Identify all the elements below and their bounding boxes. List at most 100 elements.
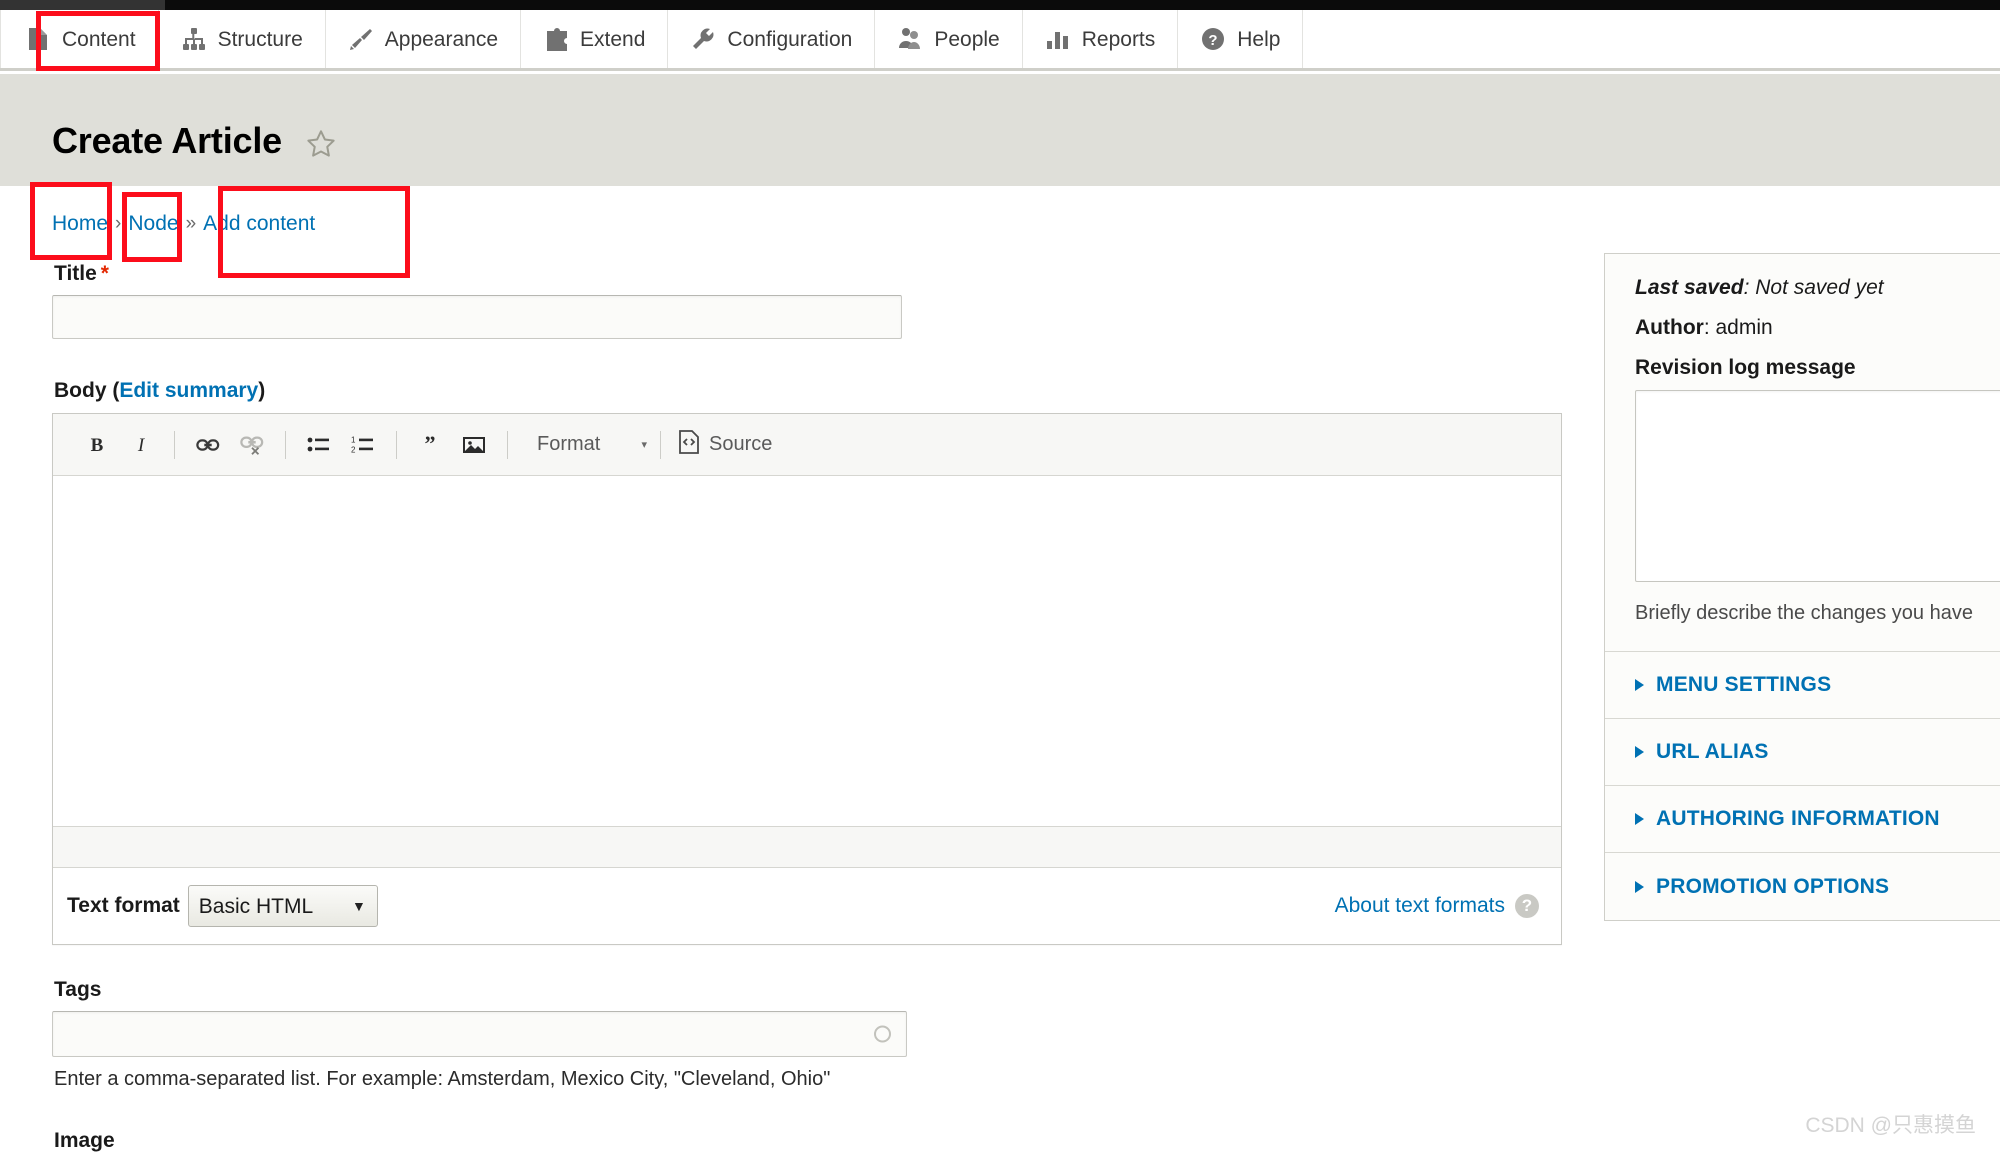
body-field-label-row: Body (Edit summary) bbox=[52, 379, 1562, 403]
people-users-icon bbox=[897, 26, 923, 52]
text-format-label: Text format bbox=[67, 894, 180, 917]
title-field-label: Title * bbox=[54, 262, 1562, 286]
chevron-down-icon: ▾ bbox=[641, 439, 647, 451]
body-editable-area[interactable] bbox=[53, 476, 1561, 826]
node-meta-sidebar: Last saved: Not saved yet Author: admin … bbox=[1604, 253, 2000, 921]
svg-text:B: B bbox=[91, 435, 104, 456]
breadcrumb-separator: › bbox=[115, 213, 122, 234]
text-format-select[interactable]: Basic HTML bbox=[187, 885, 378, 927]
toolbar-item-extend[interactable]: Extend bbox=[521, 10, 669, 68]
revision-log-textarea[interactable] bbox=[1635, 390, 2000, 582]
title-input[interactable] bbox=[52, 295, 902, 339]
admin-toolbar: Content Structure Appearance Extend Conf bbox=[0, 10, 2000, 71]
italic-button[interactable]: I bbox=[119, 424, 163, 466]
toolbar-item-people[interactable]: People bbox=[875, 10, 1023, 68]
toolbar-item-appearance[interactable]: Appearance bbox=[326, 10, 522, 68]
top-strip-dark bbox=[165, 0, 2000, 10]
toolbar-item-label: Content bbox=[62, 27, 136, 51]
svg-text:I: I bbox=[137, 435, 146, 456]
text-format-right: About text formats ? bbox=[1335, 894, 1539, 918]
main-form-column: Title * Body (Edit summary) B I 1 2 ” Fo… bbox=[52, 262, 1562, 1159]
last-saved-label: Last saved bbox=[1635, 276, 1744, 299]
numbered-list-button[interactable]: 1 2 bbox=[341, 424, 385, 466]
toolbar-item-label: Help bbox=[1237, 27, 1281, 51]
svg-text:1: 1 bbox=[351, 435, 356, 444]
tags-field-label: Tags bbox=[54, 978, 102, 1001]
sidebar-section-label: Authoring information bbox=[1656, 807, 1940, 830]
about-text-formats-link[interactable]: About text formats bbox=[1335, 894, 1505, 918]
toolbar-item-label: People bbox=[934, 27, 1000, 51]
format-dropdown[interactable]: Format ▾ bbox=[531, 425, 649, 465]
bulleted-list-button[interactable] bbox=[297, 424, 341, 466]
star-outline-icon[interactable] bbox=[305, 128, 337, 160]
tags-field-description: Enter a comma-separated list. For exampl… bbox=[54, 1068, 831, 1090]
body-field-label: Body (Edit summary) bbox=[54, 379, 1562, 403]
required-marker: * bbox=[100, 262, 109, 285]
toolbar-item-label: Extend bbox=[580, 27, 646, 51]
svg-text:”: ” bbox=[425, 435, 436, 455]
breadcrumb-separator: » bbox=[185, 213, 197, 234]
body-rich-text-editor: B I 1 2 ” Format ▾ Source Text format Ba… bbox=[52, 413, 1562, 945]
link-button[interactable] bbox=[186, 424, 230, 466]
last-saved-row: Last saved: Not saved yet bbox=[1635, 276, 2000, 300]
text-format-left: Text format Basic HTML ▼ bbox=[67, 885, 378, 927]
tags-input-wrapper bbox=[52, 1011, 907, 1057]
toolbar-item-label: Structure bbox=[217, 27, 303, 51]
edit-summary-paren-close: ) bbox=[258, 379, 266, 402]
reports-bars-icon bbox=[1045, 26, 1071, 52]
sidebar-section-url-alias[interactable]: URL alias bbox=[1605, 719, 2000, 786]
author-row: Author: admin bbox=[1635, 316, 2000, 340]
source-button-label: Source bbox=[709, 433, 773, 455]
toolbar-separator bbox=[174, 430, 175, 459]
sidebar-section-menu-settings[interactable]: Menu settings bbox=[1605, 652, 2000, 719]
autocomplete-throbber-icon bbox=[874, 1025, 891, 1043]
source-code-icon bbox=[678, 429, 700, 460]
structure-tree-icon bbox=[181, 26, 207, 52]
author-value: : admin bbox=[1703, 316, 1773, 339]
image-button[interactable] bbox=[452, 424, 496, 466]
svg-text:2: 2 bbox=[351, 445, 356, 454]
question-mark-icon[interactable]: ? bbox=[1515, 894, 1539, 918]
revision-log-label: Revision log message bbox=[1635, 356, 1856, 379]
blockquote-button[interactable]: ” bbox=[408, 424, 452, 466]
body-label-text: Body bbox=[54, 379, 107, 402]
configuration-wrench-icon bbox=[690, 26, 716, 52]
appearance-brush-icon bbox=[348, 26, 374, 52]
triangle-right-icon bbox=[1635, 679, 1644, 691]
toolbar-item-label: Configuration bbox=[727, 27, 853, 51]
breadcrumb-link-node[interactable]: Node bbox=[128, 212, 178, 236]
extend-puzzle-icon bbox=[543, 26, 569, 52]
toolbar-item-structure[interactable]: Structure bbox=[159, 10, 326, 68]
breadcrumb-link-home[interactable]: Home bbox=[52, 212, 108, 236]
sidebar-section-label: Menu settings bbox=[1656, 673, 1832, 696]
revision-log-description: Briefly describe the changes you have bbox=[1635, 602, 1973, 624]
source-button[interactable]: Source bbox=[672, 425, 778, 465]
sidebar-section-authoring-information[interactable]: Authoring information bbox=[1605, 786, 2000, 853]
page-title: Create Article bbox=[52, 120, 282, 161]
bold-button[interactable]: B bbox=[75, 424, 119, 466]
breadcrumb-link-add-content[interactable]: Add content bbox=[203, 212, 315, 236]
image-field-label: Image bbox=[54, 1129, 115, 1152]
tags-input[interactable] bbox=[52, 1011, 907, 1057]
author-label: Author bbox=[1635, 316, 1704, 339]
triangle-right-icon bbox=[1635, 813, 1644, 825]
toolbar-separator bbox=[396, 430, 397, 459]
edit-summary-link[interactable]: Edit summary bbox=[119, 379, 258, 402]
tags-field-section: Tags Enter a comma-separated list. For e… bbox=[52, 978, 1562, 1091]
toolbar-item-configuration[interactable]: Configuration bbox=[668, 10, 876, 68]
toolbar-item-label: Reports bbox=[1081, 27, 1156, 51]
toolbar-item-content[interactable]: Content bbox=[0, 10, 159, 68]
page-root: Content Structure Appearance Extend Conf bbox=[0, 0, 2000, 1159]
format-dropdown-label: Format bbox=[537, 433, 601, 455]
toolbar-separator bbox=[660, 430, 661, 459]
svg-text:?: ? bbox=[1209, 32, 1218, 49]
editor-statusbar bbox=[53, 826, 1561, 868]
sidebar-accordion: Menu settings URL alias Authoring inform… bbox=[1605, 651, 2000, 920]
sidebar-section-promotion-options[interactable]: Promotion options bbox=[1605, 853, 2000, 920]
toolbar-item-reports[interactable]: Reports bbox=[1023, 10, 1179, 68]
text-format-row: Text format Basic HTML ▼ About text form… bbox=[53, 868, 1561, 944]
toolbar-separator bbox=[285, 430, 286, 459]
toolbar-item-help[interactable]: ? Help bbox=[1178, 10, 1304, 68]
unlink-button[interactable] bbox=[230, 424, 274, 466]
image-field-section: Image 浏览... 未选择文件。 bbox=[52, 1129, 1562, 1159]
